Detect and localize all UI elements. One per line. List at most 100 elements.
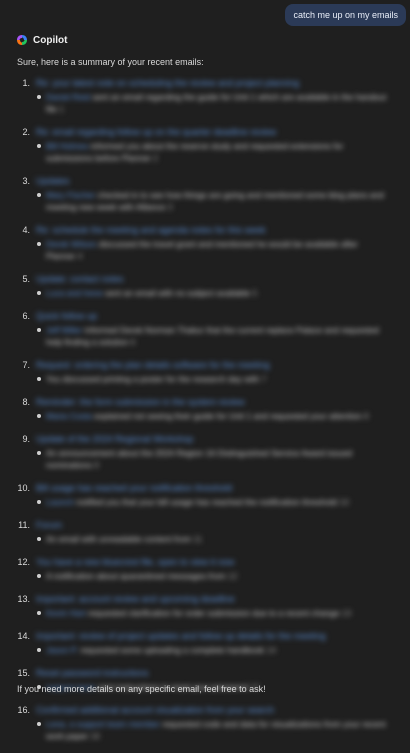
citation-reference[interactable]: 4 bbox=[78, 251, 83, 261]
bullet-icon bbox=[37, 291, 41, 295]
email-detail: Daniel Reid sent an email regarding the … bbox=[36, 91, 388, 115]
sender-name[interactable]: Jason P. bbox=[46, 645, 78, 655]
detail-sentence: requested some uploading a complete hand… bbox=[80, 645, 265, 655]
bullet-icon bbox=[37, 722, 41, 726]
item-number: 13. bbox=[17, 594, 30, 604]
email-subject-link[interactable]: Updates bbox=[36, 175, 388, 187]
citation-reference[interactable]: 13 bbox=[342, 608, 351, 618]
email-summary-item: 3. Updates Mary Fischer checked in to see … bbox=[16, 175, 388, 213]
email-subject-link[interactable]: Update of the 2024 Regional Workshop bbox=[36, 433, 388, 445]
email-detail-text: Daniel Reid sent an email regarding the … bbox=[46, 91, 388, 115]
assistant-header: Copilot bbox=[16, 34, 67, 46]
email-detail: An announcement about the 2024 Region 16… bbox=[36, 447, 388, 471]
sender-name[interactable]: Kevin Hart bbox=[46, 608, 86, 618]
bullet-icon bbox=[37, 242, 41, 246]
email-detail-text: Luca and Irene sent an email with no sub… bbox=[46, 287, 388, 299]
email-summary-item: 1. Re: your latest note on scheduling the… bbox=[16, 77, 388, 115]
detail-sentence: sent an email with no subject available bbox=[105, 288, 251, 298]
email-subject-link[interactable]: Bill usage has reached your notification… bbox=[36, 482, 388, 494]
user-message-bubble: catch me up on my emails bbox=[285, 4, 406, 26]
email-subject-link[interactable]: Reminder: the form submission in the sys… bbox=[36, 396, 388, 408]
sender-name[interactable]: Daniel Reid bbox=[46, 92, 90, 102]
email-subject-link[interactable]: You have a new bluecrest file, open to v… bbox=[36, 556, 388, 568]
email-subject-link[interactable]: Forum bbox=[36, 519, 388, 531]
citation-reference[interactable]: 8 bbox=[364, 411, 369, 421]
email-subject-link[interactable]: Important: account review and upcoming d… bbox=[36, 593, 388, 605]
email-detail: Kevin Hart requested clarification for o… bbox=[36, 607, 388, 619]
email-detail-text: Mary Fischer checked in to see how thing… bbox=[46, 189, 388, 213]
sender-name[interactable]: Jeff Miller bbox=[46, 325, 82, 335]
detail-sentence: informed you about the reserve study and… bbox=[46, 141, 344, 163]
citation-reference[interactable]: 14 bbox=[267, 645, 276, 655]
email-summary-item: 12. You have a new bluecrest file, open t… bbox=[16, 556, 388, 582]
bullet-icon bbox=[37, 500, 41, 504]
citation-reference[interactable]: 9 bbox=[94, 460, 99, 470]
email-detail-text: Maria Costa explained not seeing their g… bbox=[46, 410, 388, 422]
detail-sentence: sent an email regarding the guide for Un… bbox=[46, 92, 387, 114]
email-subject-link[interactable]: Update: contact notes bbox=[36, 273, 388, 285]
email-detail: A notification about quarantined message… bbox=[36, 570, 388, 582]
detail-sentence: informed Derek Norman Thakur that the cu… bbox=[46, 325, 379, 347]
item-number: 2. bbox=[22, 127, 30, 137]
item-number: 11. bbox=[18, 520, 30, 530]
email-summary-item: 2. Re: email regarding follow up on the q… bbox=[16, 126, 388, 164]
bullet-icon bbox=[37, 377, 41, 381]
user-message-text: catch me up on my emails bbox=[293, 10, 398, 20]
email-detail: Maria Costa explained not seeing their g… bbox=[36, 410, 388, 422]
email-detail: Jeff Miller informed Derek Norman Thakur… bbox=[36, 324, 388, 348]
item-number: 3. bbox=[22, 176, 30, 186]
email-subject-link[interactable]: Re: your latest note on scheduling the r… bbox=[36, 77, 388, 89]
email-summary-item: 4. Re: schedule the meeting and agenda no… bbox=[16, 224, 388, 262]
citation-reference[interactable]: 10 bbox=[339, 497, 348, 507]
email-subject-link[interactable]: Important: review of project updates and… bbox=[36, 630, 388, 642]
item-number: 10. bbox=[17, 483, 30, 493]
item-number: 5. bbox=[22, 274, 30, 284]
email-detail: Mary Fischer checked in to see how thing… bbox=[36, 189, 388, 213]
item-number: 15. bbox=[17, 668, 30, 678]
sender-name[interactable]: Derek Wilson bbox=[46, 239, 97, 249]
email-detail-text: A notification about quarantined message… bbox=[46, 570, 388, 582]
citation-reference[interactable]: 1 bbox=[59, 104, 64, 114]
email-detail-text: An email with unreadable content from 11 bbox=[46, 533, 388, 545]
item-number: 12. bbox=[17, 557, 30, 567]
citation-reference[interactable]: 12 bbox=[228, 571, 237, 581]
copilot-logo-icon bbox=[17, 35, 27, 45]
email-detail-text: Lena, a support team member requested co… bbox=[46, 718, 388, 742]
email-detail-text: Jeff Miller informed Derek Norman Thakur… bbox=[46, 324, 388, 348]
sender-name[interactable]: Luca and Irene bbox=[46, 288, 103, 298]
sender-name[interactable]: Maria Costa bbox=[46, 411, 92, 421]
email-summary-item: 7. Request: ordering the plan details sof… bbox=[16, 359, 388, 385]
email-detail: An email with unreadable content from 11 bbox=[36, 533, 388, 545]
email-subject-link[interactable]: Quick follow up bbox=[36, 310, 388, 322]
item-number: 1. bbox=[22, 78, 30, 88]
email-detail-text: Launch notified you that your bill usage… bbox=[46, 496, 388, 508]
citation-reference[interactable]: 16 bbox=[90, 731, 99, 741]
item-number: 4. bbox=[22, 225, 30, 235]
email-summary-item: 9. Update of the 2024 Regional Workshop An… bbox=[16, 433, 388, 471]
sender-name[interactable]: Mary Fischer bbox=[46, 190, 95, 200]
response-outro: If you need more details on any specific… bbox=[17, 684, 266, 694]
sender-name[interactable]: Launch bbox=[46, 497, 74, 507]
email-subject-link[interactable]: Re: email regarding follow up on the qua… bbox=[36, 126, 388, 138]
email-detail-text: Derek Wilson discussed the travel grant … bbox=[46, 238, 388, 262]
response-intro: Sure, here is a summary of your recent e… bbox=[17, 57, 204, 67]
sender-name[interactable]: Bill Holmes bbox=[46, 141, 89, 151]
email-subject-link[interactable]: Request: ordering the plan details softw… bbox=[36, 359, 388, 371]
citation-reference[interactable]: 6 bbox=[131, 337, 136, 347]
email-subject-link[interactable]: Confirmed additional account visualizati… bbox=[36, 704, 388, 716]
bullet-icon bbox=[37, 611, 41, 615]
sender-name[interactable]: Lena, a support team member bbox=[46, 719, 160, 729]
email-detail-text: Bill Holmes informed you about the reser… bbox=[46, 140, 388, 164]
citation-reference[interactable]: 3 bbox=[168, 202, 173, 212]
detail-sentence: requested clarification for order submis… bbox=[88, 608, 340, 618]
citation-reference[interactable]: 11 bbox=[193, 534, 202, 544]
citation-reference[interactable]: 2 bbox=[153, 153, 158, 163]
email-summary-item: 14. Important: review of project updates … bbox=[16, 630, 388, 656]
item-number: 16. bbox=[17, 705, 30, 715]
citation-reference[interactable]: 5 bbox=[253, 288, 258, 298]
email-detail: Derek Wilson discussed the travel grant … bbox=[36, 238, 388, 262]
email-subject-link[interactable]: Re: schedule the meeting and agenda note… bbox=[36, 224, 388, 236]
citation-reference[interactable]: 7 bbox=[262, 374, 267, 384]
email-summary-item: 13. Important: account review and upcomin… bbox=[16, 593, 388, 619]
email-subject-link[interactable]: Reset password instructions bbox=[36, 667, 388, 679]
